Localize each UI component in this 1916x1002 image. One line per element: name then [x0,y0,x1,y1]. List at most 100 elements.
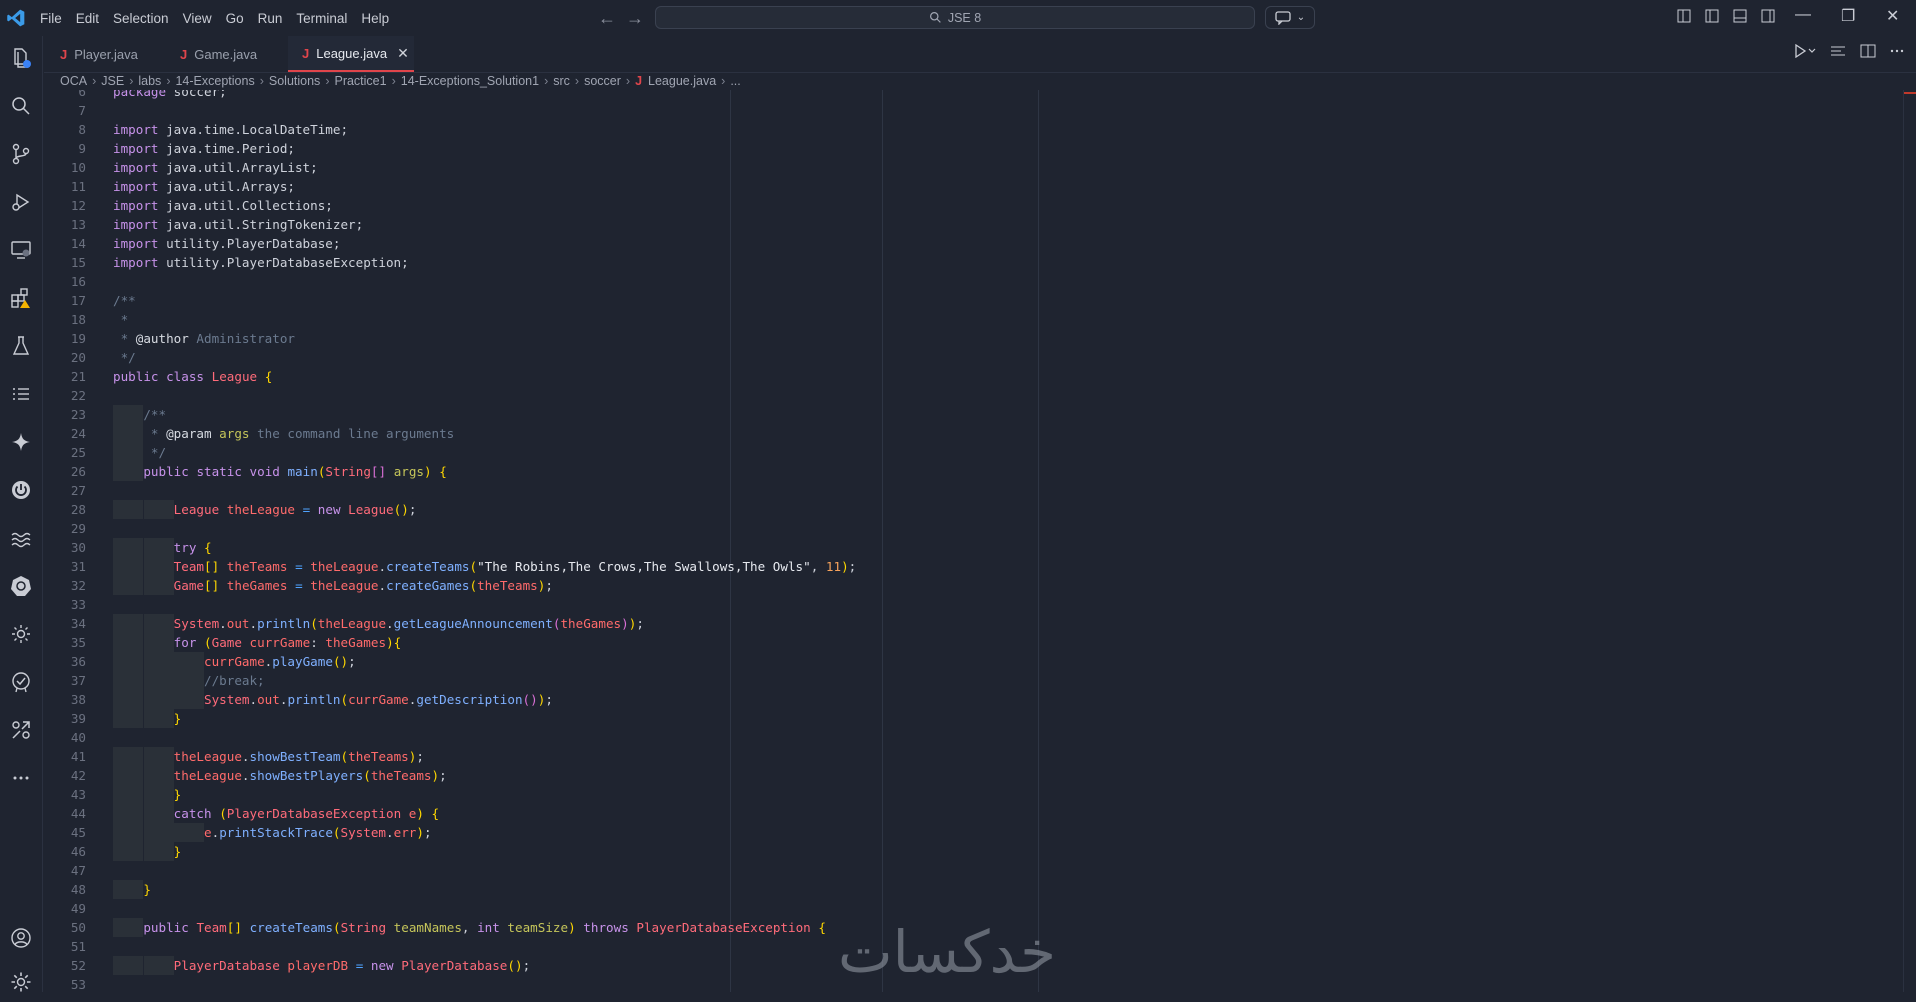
explorer-icon[interactable] [0,38,42,78]
code-line[interactable]: 26 public static void main(String[] args… [44,462,1904,481]
code-line[interactable]: 48 } [44,880,1904,899]
code-line[interactable]: 22 [44,386,1904,405]
code-line[interactable]: 37 //break; [44,671,1904,690]
manage-gear-icon[interactable] [0,962,42,1002]
code-line[interactable]: 30 try { [44,538,1904,557]
split-editor-icon[interactable] [1860,44,1876,58]
minimize-icon[interactable]: — [1795,6,1811,24]
tab-league-java[interactable]: J League.java ✕ [288,36,414,72]
breadcrumb-item[interactable]: soccer [584,74,621,88]
ai-sparkle-icon[interactable] [0,422,42,462]
more-actions-icon[interactable] [1890,44,1904,58]
code-line[interactable]: 42 theLeague.showBestPlayers(theTeams); [44,766,1904,785]
code-line[interactable]: 9 import java.time.Period; [44,139,1904,158]
code-line[interactable]: 43 } [44,785,1904,804]
code-line[interactable]: 29 [44,519,1904,538]
code-line[interactable]: 15 import utility.PlayerDatabaseException… [44,253,1904,272]
menu-go[interactable]: Go [219,11,251,26]
source-control-icon[interactable] [0,134,42,174]
account-icon[interactable] [0,918,42,958]
breadcrumb-item[interactable]: OCA [60,74,87,88]
forward-arrow-icon[interactable]: → [626,8,644,29]
toggle-primary-sidebar-icon[interactable] [1705,9,1719,23]
remote-explorer-icon[interactable] [0,230,42,270]
tools-icon[interactable] [0,710,42,750]
code-line[interactable]: 38 System.out.println(currGame.getDescri… [44,690,1904,709]
breadcrumb-item[interactable]: Practice1 [334,74,386,88]
code-line[interactable]: 39 } [44,709,1904,728]
breadcrumb-item[interactable]: League.java [648,74,716,88]
code-line[interactable]: 16 [44,272,1904,291]
code-line[interactable]: 25 */ [44,443,1904,462]
code-line[interactable]: 12 import java.util.Collections; [44,196,1904,215]
breadcrumb-item[interactable]: src [553,74,570,88]
breadcrumb-item[interactable]: 14-Exceptions [175,74,254,88]
code-line[interactable]: 24 * @param args the command line argume… [44,424,1904,443]
breadcrumb-item[interactable]: ... [730,74,740,88]
code-line[interactable]: 33 [44,595,1904,614]
toggle-secondary-sidebar-icon[interactable] [1761,9,1775,23]
more-icon[interactable] [0,758,42,798]
code-line[interactable]: 44 catch (PlayerDatabaseException e) { [44,804,1904,823]
todo-list-icon[interactable] [0,374,42,414]
testing-flask-icon[interactable] [0,326,42,366]
code-line[interactable]: 36 currGame.playGame(); [44,652,1904,671]
waves-icon[interactable] [0,518,42,558]
code-line[interactable]: 28 League theLeague = new League(); [44,500,1904,519]
run-debug-icon[interactable] [0,182,42,222]
code-line[interactable]: 14 import utility.PlayerDatabase; [44,234,1904,253]
code-line[interactable]: 47 [44,861,1904,880]
menu-view[interactable]: View [176,11,219,26]
command-center-search[interactable]: JSE 8 [655,6,1255,29]
breadcrumb-item[interactable]: Solutions [269,74,320,88]
customize-layout-icon[interactable] [1677,9,1691,23]
copilot-button[interactable]: ⌄ [1265,6,1315,29]
code-line[interactable]: 20 */ [44,348,1904,367]
code-line[interactable]: 7 [44,101,1904,120]
badge-check-icon[interactable] [0,662,42,702]
toggle-panel-icon[interactable] [1733,9,1747,23]
run-icon[interactable] [1794,44,1816,58]
code-line[interactable]: 41 theLeague.showBestTeam(theTeams); [44,747,1904,766]
kubernetes-icon[interactable] [0,566,42,606]
breadcrumb-item[interactable]: 14-Exceptions_Solution1 [401,74,539,88]
menu-help[interactable]: Help [354,11,396,26]
code-line[interactable]: 27 [44,481,1904,500]
code-line[interactable]: 13 import java.util.StringTokenizer; [44,215,1904,234]
settings-sync-icon[interactable] [0,614,42,654]
close-window-icon[interactable]: ✕ [1886,6,1899,26]
menu-run[interactable]: Run [251,11,290,26]
code-line[interactable]: 34 System.out.println(theLeague.getLeagu… [44,614,1904,633]
extensions-icon[interactable] [0,278,42,318]
menu-edit[interactable]: Edit [69,11,106,26]
code-line[interactable]: 21 public class League { [44,367,1904,386]
close-tab-icon[interactable]: ✕ [397,45,409,62]
restore-icon[interactable]: ❐ [1841,6,1855,26]
code-line[interactable]: 23 /** [44,405,1904,424]
code-line[interactable]: 19 * @author Administrator [44,329,1904,348]
code-line[interactable]: 8 import java.time.LocalDateTime; [44,120,1904,139]
diff-icon[interactable] [1830,44,1846,58]
code-line[interactable]: 18 * [44,310,1904,329]
breadcrumb-item[interactable]: JSE [101,74,124,88]
code-line[interactable]: 45 e.printStackTrace(System.err); [44,823,1904,842]
code-line[interactable]: 49 [44,899,1904,918]
tab-player-java[interactable]: J Player.java [60,36,160,72]
power-icon[interactable] [0,470,42,510]
code-line[interactable]: 40 [44,728,1904,747]
breadcrumb-item[interactable]: labs [138,74,161,88]
code-line[interactable]: 17 /** [44,291,1904,310]
menu-selection[interactable]: Selection [106,11,176,26]
code-editor[interactable]: 6 package soccer; 7 8 import java.time.Local… [44,90,1904,992]
tab-game-java[interactable]: J Game.java [180,36,290,72]
menu-terminal[interactable]: Terminal [289,11,354,26]
code-line[interactable]: 11 import java.util.Arrays; [44,177,1904,196]
code-line[interactable]: 35 for (Game currGame: theGames){ [44,633,1904,652]
code-line[interactable]: 6 package soccer; [44,90,1904,101]
back-arrow-icon[interactable]: ← [598,8,616,29]
code-line[interactable]: 46 } [44,842,1904,861]
menu-file[interactable]: File [33,11,69,26]
code-line[interactable]: 32 Game[] theGames = theLeague.createGam… [44,576,1904,595]
code-line[interactable]: 31 Team[] theTeams = theLeague.createTea… [44,557,1904,576]
search-icon[interactable] [0,86,42,126]
